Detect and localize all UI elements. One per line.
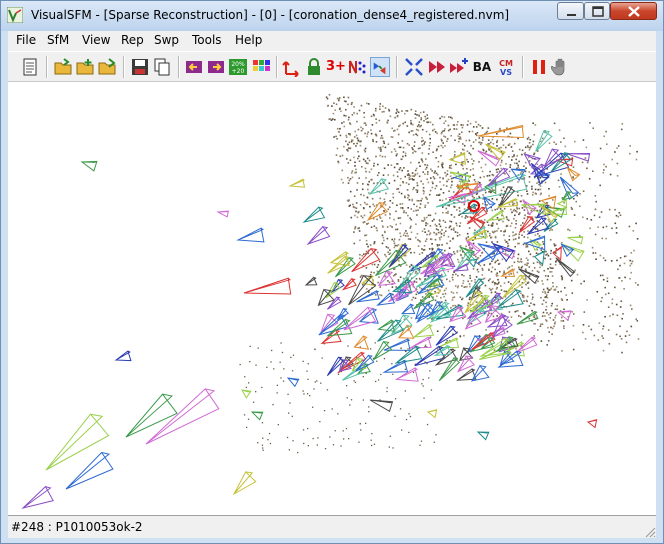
toolbar-separator — [276, 56, 278, 78]
point-cloud — [239, 94, 640, 454]
status-bar: #248 : P1010053ok-2 — [8, 515, 656, 538]
toolbar-separator — [396, 56, 398, 78]
menu-rep[interactable]: Rep — [121, 33, 144, 47]
next-image-icon[interactable] — [206, 57, 226, 77]
maximize-button[interactable] — [584, 2, 610, 20]
pause-icon[interactable] — [529, 57, 549, 77]
menu-swp[interactable]: Swp — [154, 33, 179, 47]
previous-image-icon[interactable] — [184, 57, 204, 77]
axis-arrows-icon[interactable] — [282, 57, 302, 77]
visualsfm-logo-icon — [7, 7, 23, 23]
bundle-adjust-button[interactable]: BA — [472, 57, 492, 77]
menu-view[interactable]: View — [82, 33, 110, 47]
maximize-icon — [592, 6, 604, 17]
3d-viewport[interactable] — [8, 82, 656, 515]
lock-icon[interactable] — [304, 57, 324, 77]
svg-text:CM: CM — [499, 59, 513, 68]
minimize-icon — [567, 14, 576, 16]
camera-frustums — [21, 124, 598, 509]
fast-forward-icon[interactable] — [427, 57, 447, 77]
thumbnail-toggle-icon[interactable]: 20%+20 — [228, 57, 248, 77]
toolbar-separator — [522, 56, 524, 78]
menu-file[interactable]: File — [16, 33, 36, 47]
svg-text:VS: VS — [500, 68, 512, 77]
minimize-button[interactable] — [557, 2, 584, 20]
main-window: VisualSFM - [Sparse Reconstruction] - [0… — [0, 0, 664, 544]
close-button[interactable] — [610, 2, 657, 20]
menu-help[interactable]: Help — [235, 33, 262, 47]
dense-points-icon[interactable] — [348, 57, 368, 77]
resize-grip-icon[interactable] — [642, 524, 656, 538]
status-text: #248 : P1010053ok-2 — [11, 520, 143, 534]
open-add-folder-icon[interactable] — [75, 57, 95, 77]
toolbar-separator — [178, 56, 180, 78]
hand-tool-icon[interactable] — [551, 57, 571, 77]
window-title: VisualSFM - [Sparse Reconstruction] - [0… — [31, 8, 510, 22]
svg-text:+20: +20 — [232, 68, 245, 75]
fit-view-icon[interactable] — [404, 57, 424, 77]
open-folder-icon[interactable] — [53, 57, 73, 77]
svg-text:20%: 20% — [231, 61, 245, 68]
title-bar[interactable]: VisualSFM - [Sparse Reconstruction] - [0… — [1, 1, 663, 31]
open-multi-folder-icon[interactable] — [97, 57, 117, 77]
menu-sfm[interactable]: SfM — [47, 33, 69, 47]
counter-3plus-button[interactable]: 3+ — [326, 57, 346, 77]
fast-forward-plus-icon[interactable] — [449, 57, 469, 77]
toolbar: 20% +20 3+ BA CM VS — [8, 51, 656, 82]
color-grid-icon[interactable] — [251, 57, 271, 77]
save-disk-icon[interactable] — [130, 57, 150, 77]
close-icon — [628, 6, 640, 17]
toolbar-separator — [46, 56, 48, 78]
point-cloud-view[interactable] — [8, 82, 656, 515]
copy-icon[interactable] — [152, 57, 172, 77]
log-window-icon[interactable] — [20, 57, 40, 77]
menu-bar: File SfM View Rep Swp Tools Help — [8, 31, 656, 51]
cmvs-icon[interactable]: CMVS — [496, 57, 516, 77]
camera-view-icon[interactable] — [370, 57, 390, 77]
menu-tools[interactable]: Tools — [192, 33, 222, 47]
toolbar-separator — [123, 56, 125, 78]
